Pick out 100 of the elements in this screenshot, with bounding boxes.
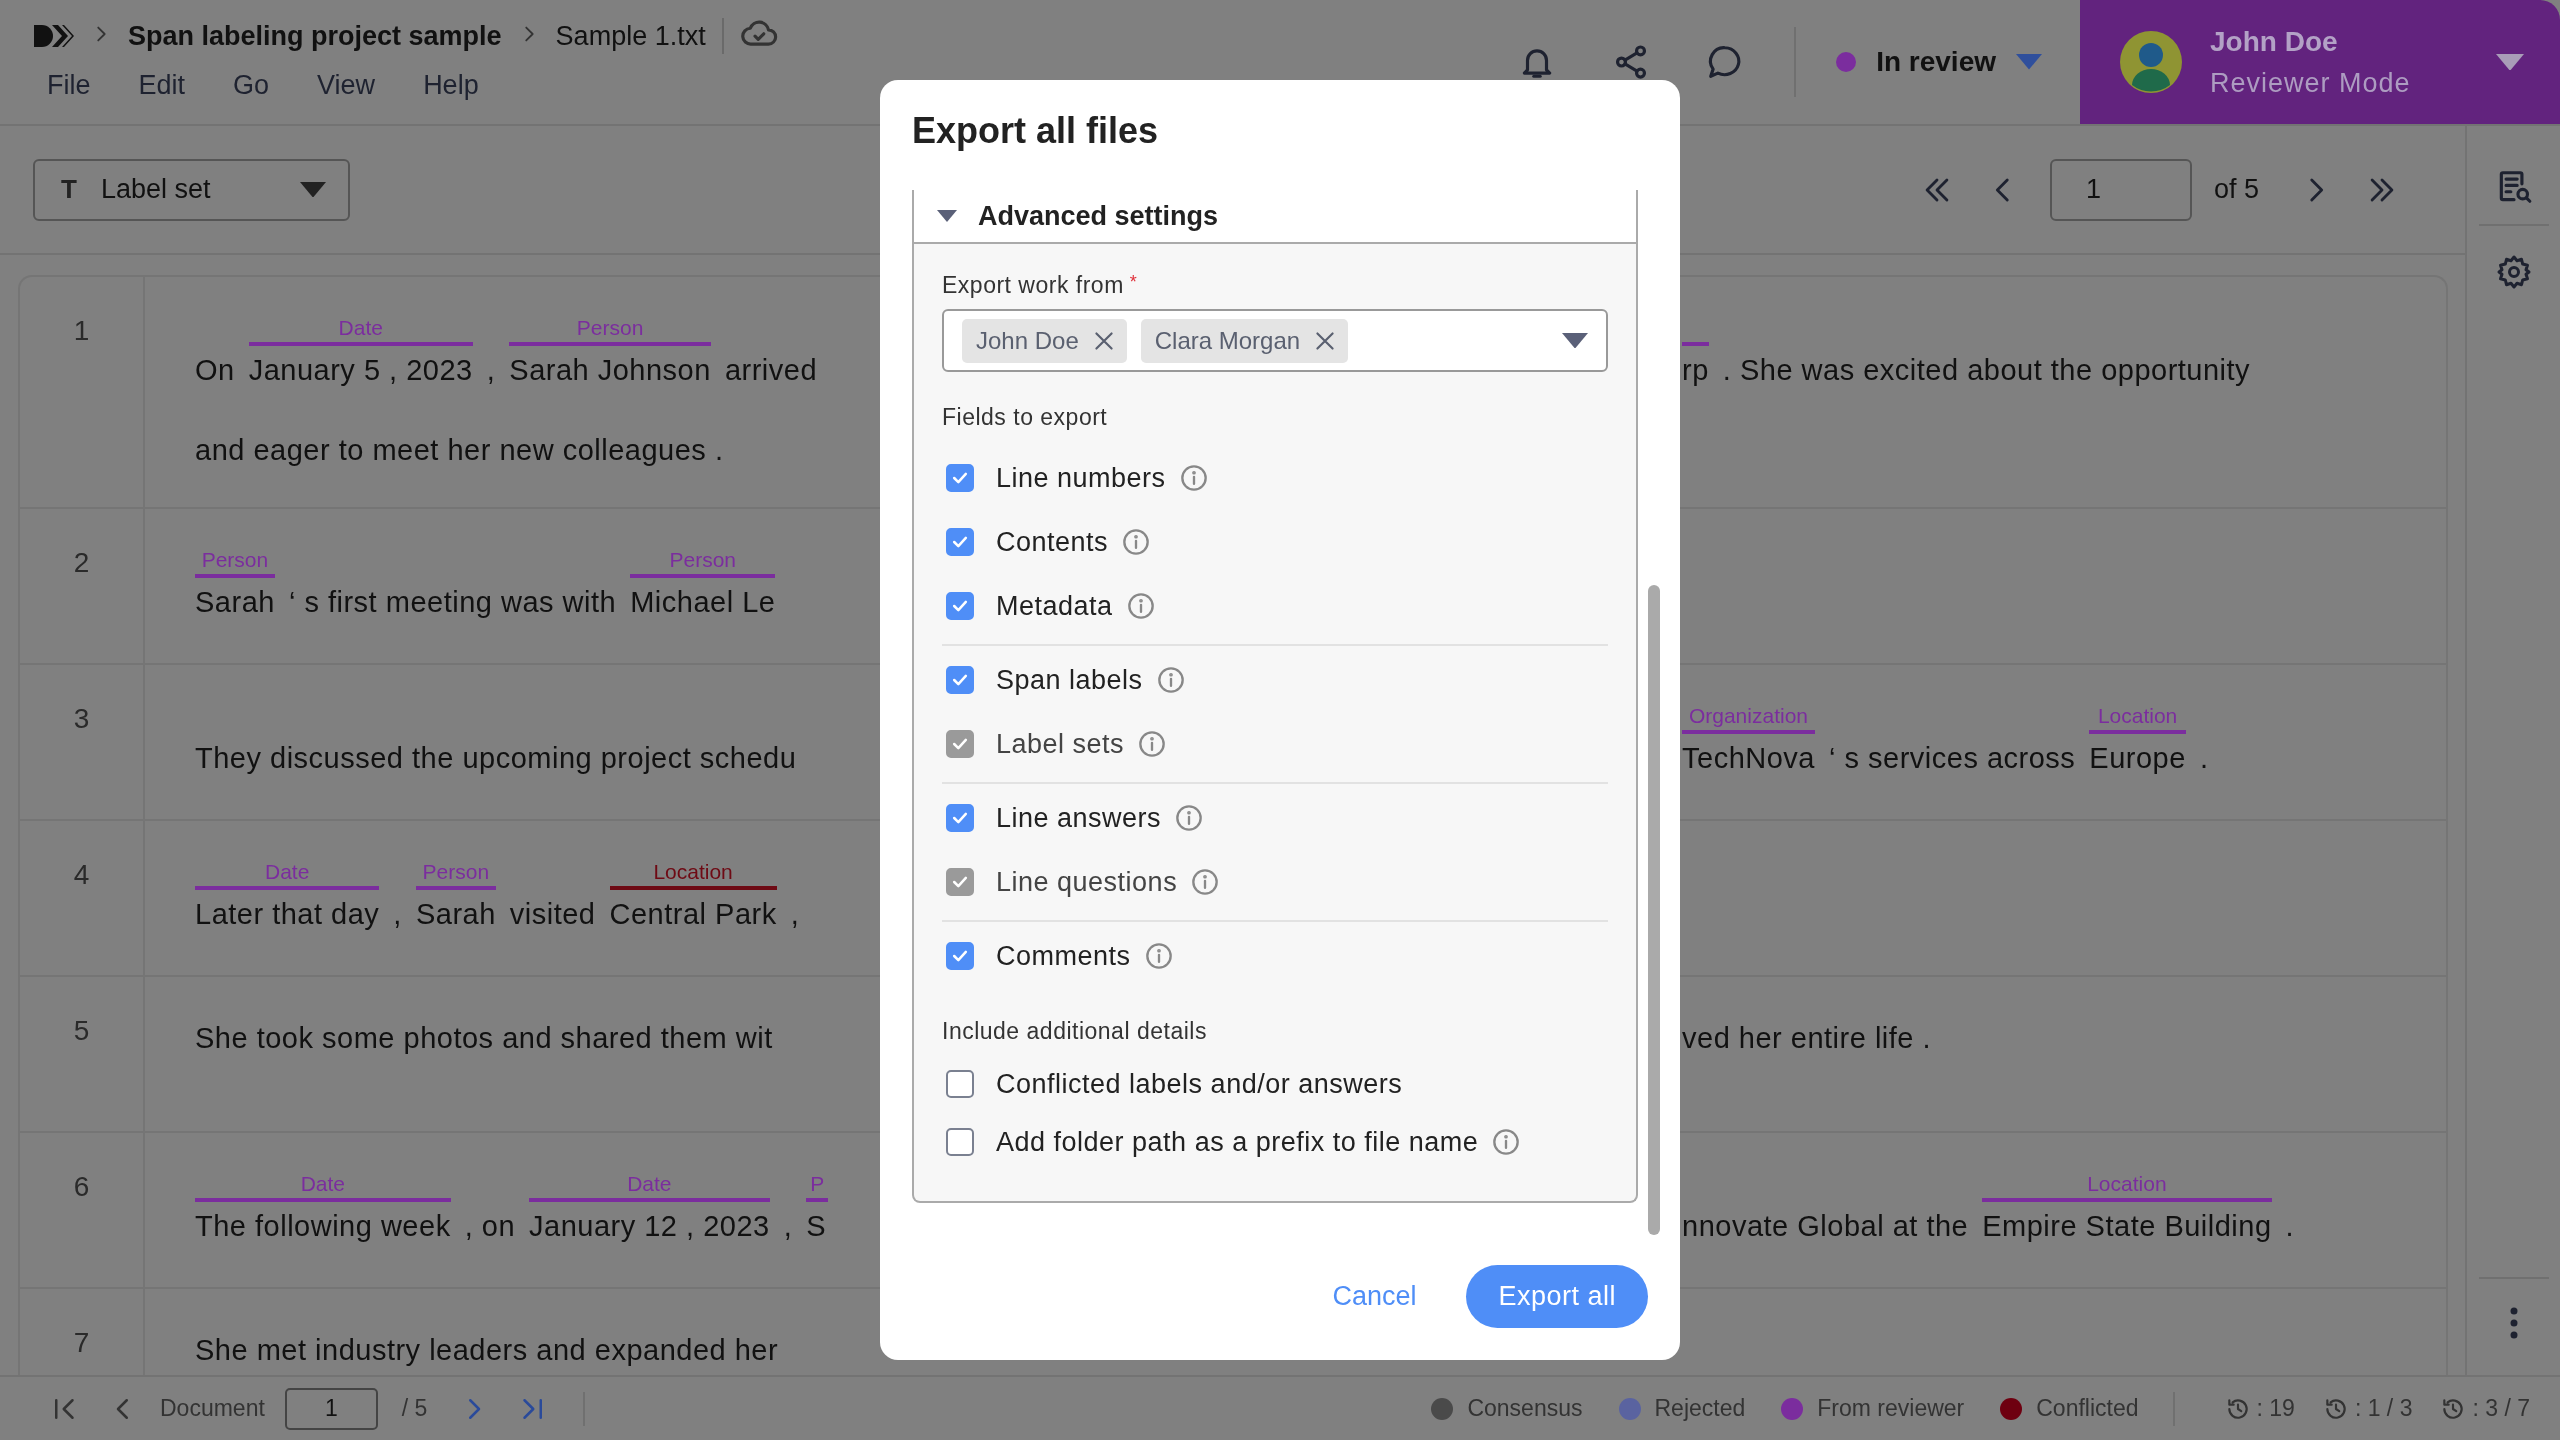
stat-count: : 3 / 7	[2472, 1395, 2530, 1422]
legend-label: Rejected	[1654, 1395, 1746, 1422]
checkbox[interactable]	[946, 1070, 974, 1098]
avatar	[2120, 31, 2182, 93]
page-input[interactable]: 1	[2049, 158, 2192, 221]
info-icon[interactable]	[1492, 1128, 1521, 1156]
user-panel[interactable]: John Doe Reviewer Mode	[2080, 0, 2560, 124]
user-chip[interactable]: Clara Morgan	[1140, 318, 1349, 363]
document-text: arrived	[724, 354, 818, 387]
checkbox[interactable]	[946, 1128, 974, 1156]
checkbox-label[interactable]: Conflicted labels and/or answers	[996, 1068, 1403, 1100]
caret-icon	[2496, 53, 2524, 71]
checkbox[interactable]	[946, 528, 974, 556]
menu-item[interactable]: Go	[233, 70, 270, 101]
document-text: The following week	[195, 1210, 451, 1243]
line-number: 4	[20, 821, 145, 975]
checkbox-label[interactable]: Contents	[996, 526, 1109, 558]
checkbox[interactable]	[946, 666, 974, 694]
user-role: Reviewer Mode	[2210, 67, 2412, 99]
document-text: ved her entire life .	[1682, 1022, 1932, 1055]
checkbox-label[interactable]: Metadata	[996, 590, 1113, 622]
line-number: 5	[20, 977, 145, 1131]
document-text: visited	[509, 898, 596, 931]
info-icon[interactable]	[1156, 666, 1185, 694]
document-text: She took some photos and shared them wit	[195, 1022, 773, 1055]
scrollbar-thumb[interactable]	[1648, 585, 1660, 1235]
document-text: TechNova	[1682, 742, 1815, 775]
logo[interactable]	[34, 23, 74, 49]
document-text: ,	[783, 1210, 793, 1243]
document-text: She met industry leaders and expanded her	[195, 1334, 779, 1367]
settings-icon[interactable]	[2495, 254, 2532, 290]
menu-item[interactable]: Help	[423, 70, 479, 101]
document-text: nnovate Global at the	[1682, 1210, 1969, 1243]
user-chip[interactable]: John Doe	[962, 318, 1127, 363]
info-icon[interactable]	[1179, 464, 1208, 492]
document-text: Sarah Johnson	[509, 354, 711, 387]
breadcrumb-link[interactable]: Span labeling project sample	[128, 20, 502, 52]
breadcrumb-current: Sample 1.txt	[555, 20, 706, 52]
document-text: Sarah	[195, 586, 275, 619]
menu-item[interactable]: Edit	[138, 70, 186, 101]
cancel-button[interactable]: Cancel	[1322, 1271, 1427, 1322]
checkbox-label[interactable]: Line answers	[996, 802, 1162, 834]
info-icon[interactable]	[1126, 592, 1155, 620]
caret-icon	[300, 181, 326, 198]
document-text: ,	[393, 898, 402, 931]
line-number: 1	[20, 277, 145, 507]
info-icon[interactable]	[1144, 942, 1173, 970]
menu-item[interactable]: View	[317, 70, 376, 101]
checkbox[interactable]	[946, 592, 974, 620]
document-text: rp	[1682, 354, 1709, 387]
stat-count: : 19	[2256, 1395, 2295, 1422]
line-number: 2	[20, 509, 145, 663]
document-text: .	[2285, 1210, 2295, 1243]
section-label: Include additional details	[942, 1018, 1208, 1045]
document-text: Sarah	[415, 898, 496, 931]
info-icon[interactable]	[1122, 528, 1151, 556]
document-text: ‘ s first meeting was with	[288, 586, 617, 619]
more-icon[interactable]	[2508, 1307, 2519, 1339]
document-input[interactable]: 1	[284, 1387, 378, 1430]
checkbox[interactable]	[946, 804, 974, 832]
status-dropdown[interactable]: In review	[1836, 0, 2080, 124]
required-mark: *	[1129, 272, 1137, 292]
line-number: 6	[20, 1133, 145, 1287]
legend-label: From reviewer	[1817, 1395, 1965, 1422]
checkbox-label[interactable]: Add folder path as a prefix to file name	[996, 1126, 1479, 1158]
legend-label: Conflicted	[2036, 1395, 2139, 1422]
document-text: January 5 , 2023	[248, 354, 473, 387]
document-text: . She was excited about the opportunity	[1722, 354, 2251, 387]
export-from-select[interactable]: John Doe Clara Morgan	[942, 309, 1608, 372]
info-icon[interactable]	[1175, 804, 1204, 832]
checkbox-label[interactable]: Span labels	[996, 664, 1143, 696]
menu-item[interactable]: File	[47, 70, 91, 101]
user-name: John Doe	[2210, 25, 2339, 58]
checkbox-label[interactable]: Line numbers	[996, 462, 1166, 494]
dialog-title: Export all files	[912, 110, 1160, 153]
label-set-dropdown[interactable]: T Label set	[33, 158, 350, 221]
legend-label: Consensus	[1467, 1395, 1583, 1422]
document-text: Later that day	[195, 898, 380, 931]
checkbox[interactable]	[946, 942, 974, 970]
caret-icon	[2016, 54, 2042, 70]
document-text: and eager to meet her new colleagues .	[195, 434, 724, 467]
span-label[interactable]: Location	[609, 858, 777, 890]
checkbox[interactable]	[946, 464, 974, 492]
document-text: S	[806, 1210, 828, 1243]
document-text: Michael Le	[630, 586, 776, 619]
section-label: Fields to export	[942, 404, 1109, 431]
status-dot	[1836, 52, 1857, 72]
field-label: Export work from	[942, 272, 1124, 298]
stat-count: : 1 / 3	[2354, 1395, 2413, 1422]
page-total: of 5	[2213, 174, 2259, 205]
section-header[interactable]: Advanced settings	[914, 190, 1636, 244]
document-text: January 12 , 2023	[529, 1210, 770, 1243]
checkbox-label[interactable]: Comments	[996, 940, 1131, 972]
document-text: They discussed the upcoming project schedu	[195, 742, 797, 775]
line-number: 3	[20, 665, 145, 819]
document-total: / 5	[401, 1395, 428, 1422]
document-text: ,	[790, 898, 800, 931]
document-text: ‘ s services across	[1828, 742, 2076, 775]
document-text: .	[2199, 742, 2209, 775]
export-button[interactable]: Export all	[1466, 1265, 1648, 1328]
